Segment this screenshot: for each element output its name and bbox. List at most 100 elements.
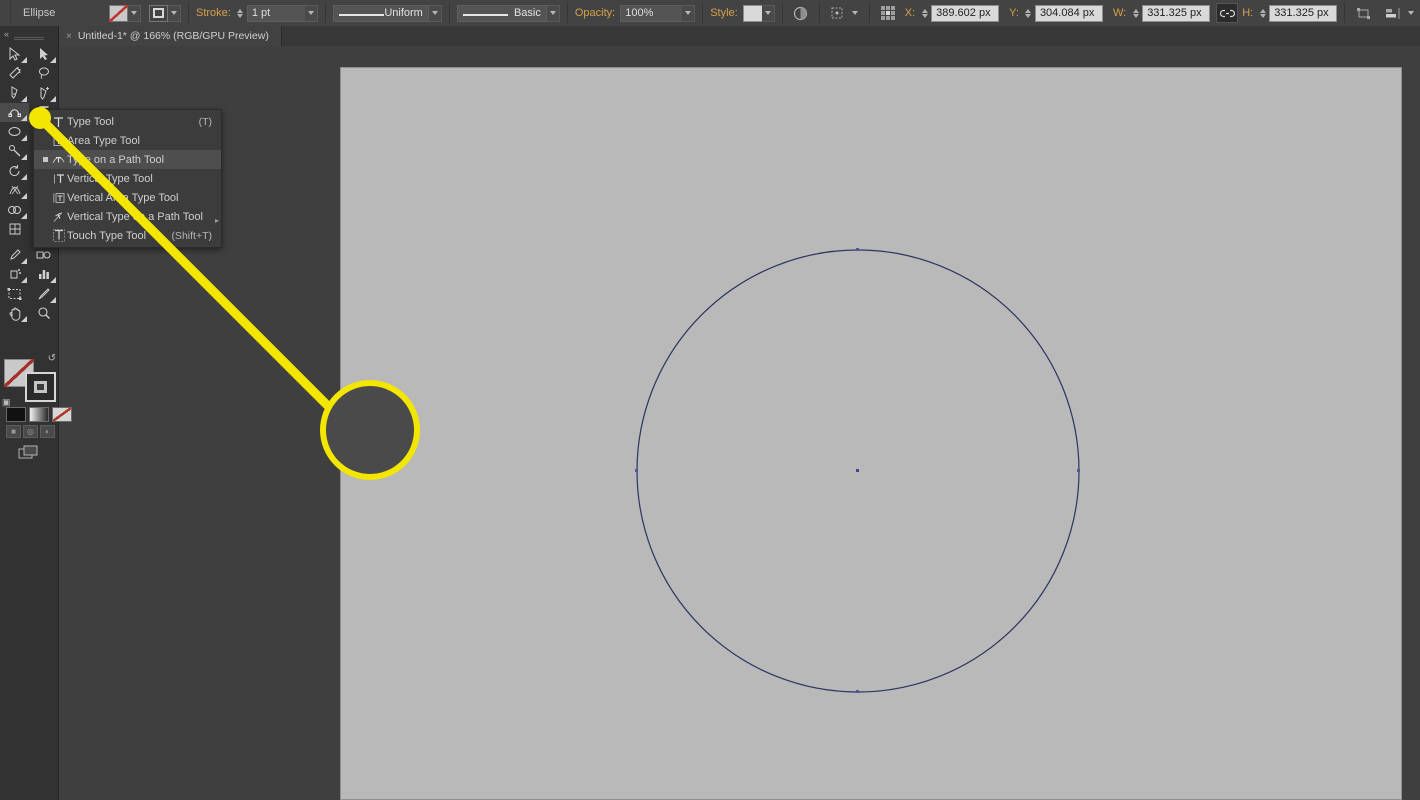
transform-each-icon[interactable] xyxy=(827,3,849,23)
lasso-tool[interactable] xyxy=(29,64,58,84)
draw-behind-button[interactable]: ◎ xyxy=(23,425,38,438)
stroke-weight-chevron-down-icon[interactable] xyxy=(305,5,318,22)
stroke-swatch[interactable] xyxy=(149,5,168,22)
menu-item-area-type-tool[interactable]: Area Type Tool xyxy=(34,131,221,150)
slice-tool[interactable] xyxy=(29,284,58,304)
none-swatch-button[interactable] xyxy=(52,407,72,422)
pen-tool[interactable] xyxy=(0,83,29,103)
tool-flyout-triangle-icon[interactable] xyxy=(50,297,56,303)
transform-icon[interactable] xyxy=(1352,3,1374,23)
tool-flyout-triangle-icon[interactable] xyxy=(21,277,27,283)
tool-flyout-triangle-icon[interactable] xyxy=(21,135,27,141)
tool-flyout-triangle-icon[interactable] xyxy=(21,96,27,102)
opacity-control[interactable]: 100% xyxy=(620,5,695,22)
tool-flyout-triangle-icon[interactable] xyxy=(21,174,27,180)
type-tool-flyout-menu[interactable]: Type Tool (T) Area Type Tool Type on a P… xyxy=(33,109,222,248)
anchor-point-top[interactable] xyxy=(856,248,859,251)
x-value-field[interactable]: 389.602 px xyxy=(931,5,999,22)
h-stepper[interactable] xyxy=(1258,5,1267,22)
direct-selection-tool[interactable] xyxy=(29,44,58,64)
zoom-tool[interactable] xyxy=(29,304,58,324)
tool-flyout-triangle-icon[interactable] xyxy=(21,193,27,199)
fill-swatch-control[interactable] xyxy=(109,5,141,22)
tool-flyout-triangle-icon[interactable] xyxy=(50,277,56,283)
document-tab[interactable]: × Untitled-1* @ 166% (RGB/GPU Preview) xyxy=(58,26,282,46)
recolor-artwork-icon[interactable] xyxy=(790,3,812,23)
tool-flyout-triangle-icon[interactable] xyxy=(50,57,56,63)
stroke-color-swatch[interactable] xyxy=(25,372,56,402)
tool-flyout-triangle-icon[interactable] xyxy=(21,213,27,219)
y-value-field[interactable]: 304.084 px xyxy=(1035,5,1103,22)
menu-item-type-tool[interactable]: Type Tool (T) xyxy=(34,112,221,131)
selection-tool[interactable] xyxy=(0,44,29,64)
tool-flyout-triangle-icon[interactable] xyxy=(21,57,27,63)
center-point[interactable] xyxy=(856,469,859,472)
draw-normal-button[interactable]: ■ xyxy=(6,425,21,438)
graphic-style-control[interactable] xyxy=(743,5,775,22)
opacity-value[interactable]: 100% xyxy=(620,5,682,22)
stroke-profile-control[interactable]: Uniform xyxy=(333,5,442,22)
anchor-point-right[interactable] xyxy=(1077,469,1080,472)
fill-swatch[interactable] xyxy=(109,5,128,22)
paintbrush-tool[interactable] xyxy=(0,142,29,162)
rotate-tool[interactable] xyxy=(0,161,29,181)
stroke-weight-value[interactable]: 1 pt xyxy=(247,5,305,22)
control-bar-grip[interactable] xyxy=(0,0,11,26)
x-stepper[interactable] xyxy=(920,5,929,22)
eyedropper-tool[interactable] xyxy=(0,245,29,265)
collapse-panel-icon[interactable]: « xyxy=(4,29,8,39)
stroke-swatch-chevron-down-icon[interactable] xyxy=(168,5,181,22)
color-swatch-button[interactable] xyxy=(6,407,26,422)
curvature-tool[interactable] xyxy=(0,103,29,123)
stroke-profile-value[interactable]: Uniform xyxy=(333,5,429,22)
stroke-swatch-control[interactable] xyxy=(149,5,181,22)
symbol-sprayer-tool[interactable] xyxy=(0,265,29,285)
change-screen-mode-icon[interactable] xyxy=(18,445,40,464)
align-chevron-down-icon[interactable] xyxy=(1404,5,1417,22)
draw-inside-button[interactable]: ◐ xyxy=(40,425,55,438)
stroke-weight-control[interactable]: 1 pt xyxy=(247,5,318,22)
swap-fill-stroke-icon[interactable]: ↺ xyxy=(48,353,56,364)
stroke-weight-stepper[interactable] xyxy=(236,5,245,22)
fill-swatch-chevron-down-icon[interactable] xyxy=(128,5,141,22)
h-value-field[interactable]: 331.325 px xyxy=(1269,5,1337,22)
menu-item-vertical-type-on-a-path-tool[interactable]: Vertical Type on a Path Tool ▸ xyxy=(34,207,221,226)
tool-flyout-triangle-icon[interactable] xyxy=(21,316,27,322)
menu-item-vertical-area-type-tool[interactable]: Vertical Area Type Tool xyxy=(34,188,221,207)
brush-definition-value[interactable]: Basic xyxy=(457,5,547,22)
tool-flyout-triangle-icon[interactable] xyxy=(21,258,27,264)
tool-panel-header[interactable]: « xyxy=(0,26,58,44)
menu-item-type-on-a-path-tool[interactable]: Type on a Path Tool xyxy=(34,150,221,169)
tool-flyout-triangle-icon[interactable] xyxy=(21,154,27,160)
w-value-field[interactable]: 331.325 px xyxy=(1142,5,1210,22)
brush-definition-control[interactable]: Basic xyxy=(457,5,560,22)
stroke-profile-chevron-down-icon[interactable] xyxy=(429,5,442,22)
fill-stroke-indicator[interactable]: ↺ ▣ xyxy=(4,359,54,404)
align-icon[interactable] xyxy=(1382,3,1404,23)
menu-item-vertical-type-tool[interactable]: Vertical Type Tool xyxy=(34,169,221,188)
column-graph-tool[interactable] xyxy=(29,265,58,285)
reference-point-grid[interactable] xyxy=(881,6,895,20)
magic-wand-tool[interactable] xyxy=(0,64,29,84)
close-icon[interactable]: × xyxy=(66,31,72,42)
graphic-style-swatch[interactable] xyxy=(743,5,762,22)
add-anchor-point-tool[interactable] xyxy=(29,83,58,103)
artboard-tool[interactable] xyxy=(0,284,29,304)
opacity-chevron-down-icon[interactable] xyxy=(682,5,695,22)
reference-point-icon[interactable] xyxy=(877,3,899,23)
w-stepper[interactable] xyxy=(1131,5,1140,22)
chain-link-icon[interactable] xyxy=(1216,3,1238,23)
hand-tool[interactable] xyxy=(0,304,29,324)
mesh-tool[interactable] xyxy=(0,220,29,240)
shape-builder-tool[interactable] xyxy=(0,200,29,220)
tear-off-arrow-icon[interactable]: ▸ xyxy=(215,216,219,225)
width-tool[interactable] xyxy=(0,181,29,201)
y-stepper[interactable] xyxy=(1024,5,1033,22)
menu-item-touch-type-tool[interactable]: Touch Type Tool (Shift+T) xyxy=(34,226,221,245)
canvas-area[interactable] xyxy=(58,46,1420,800)
transform-chevron-down-icon[interactable] xyxy=(849,5,862,22)
graphic-style-chevron-down-icon[interactable] xyxy=(762,5,775,22)
anchor-point-bottom[interactable] xyxy=(856,690,859,693)
anchor-point-left[interactable] xyxy=(635,469,638,472)
tool-panel-grip[interactable] xyxy=(14,37,44,41)
